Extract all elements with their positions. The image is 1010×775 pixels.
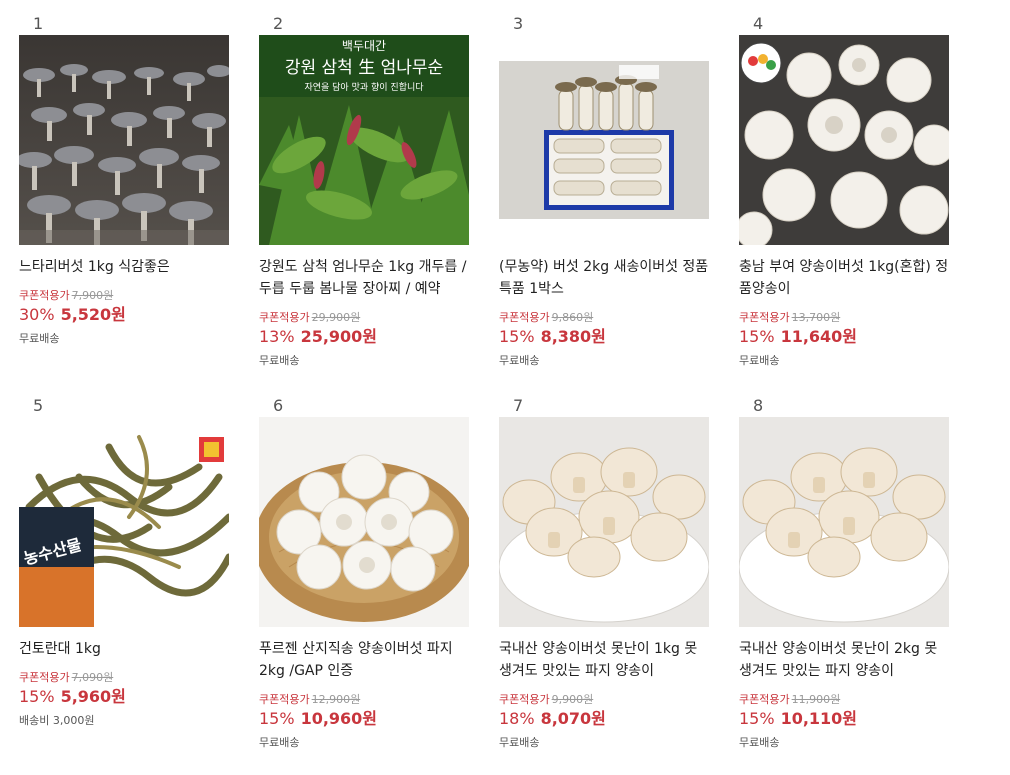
sale-price: 5,960원 [60,687,126,706]
rank-number: 8 [753,396,764,415]
price-block: 쿠폰적용가 9,860원 15% 8,380원 무료배송 [499,311,714,369]
image-caption-sub: 자연을 담아 맛과 향이 진합니다 [304,81,424,93]
rank-number: 2 [273,14,284,33]
shipping-info: 무료배송 [739,354,780,367]
product-image[interactable] [739,35,949,245]
rank-number: 6 [273,396,284,415]
rank-number: 3 [513,14,524,33]
product-title[interactable]: 푸르젠 산지직송 양송이버섯 파지 2kg /GAP 인증 [259,638,469,682]
coupon-label: 쿠폰적용가 [259,693,310,706]
original-price: 7,090원 [71,671,114,684]
price-block: 쿠폰적용가 7,090원 15% 5,960원 배송비 3,000원 [19,671,234,729]
product-title[interactable]: 강원도 삼척 엄나무순 1kg 개두릅 / 두릅 두룹 봄나물 장아찌 / 예약 [259,256,469,300]
original-price: 29,900원 [311,311,361,324]
sale-price: 8,070원 [540,709,606,728]
sale-price: 8,380원 [540,327,606,346]
product-card[interactable]: 8 국내산 양송이버섯 못난이 2kg 못생겨도 맛있는 파지 양송이 쿠폰적용… [739,396,954,756]
sale-price: 25,900원 [300,327,378,346]
price-block: 쿠폰적용가 13,700원 15% 11,640원 무료배송 [739,311,954,369]
coupon-label: 쿠폰적용가 [19,671,70,684]
sale-price: 10,110원 [780,709,858,728]
product-image[interactable] [739,417,949,627]
original-price: 13,700원 [791,311,841,324]
king-oyster-box-image [499,35,709,245]
coupon-label: 쿠폰적용가 [739,693,790,706]
original-price: 7,900원 [71,289,114,302]
discount-rate: 15% [19,687,55,706]
shipping-info: 무료배송 [259,736,300,749]
discount-rate: 15% [739,327,775,346]
mushrooms-bowl-image [739,417,949,627]
coupon-label: 쿠폰적용가 [499,311,550,324]
image-caption-main: 강원 삼척 生 엄나무순 [285,58,443,78]
product-title[interactable]: 국내산 양송이버섯 못난이 2kg 못생겨도 맛있는 파지 양송이 [739,638,949,682]
product-image[interactable] [19,35,229,245]
sale-price: 5,520원 [60,305,126,324]
coupon-label: 쿠폰적용가 [19,289,70,302]
product-title[interactable]: 건토란대 1kg [19,638,229,660]
product-grid: 1 느타리버섯 1kg 식감좋은 쿠폰적용가 7,900원 30% 5,520원… [0,0,1010,775]
product-title[interactable]: 국내산 양송이버섯 못난이 1kg 못생겨도 맛있는 파지 양송이 [499,638,709,682]
rank-number: 7 [513,396,524,415]
oyster-mushroom-farm-image [19,35,229,245]
coupon-label: 쿠폰적용가 [739,311,790,324]
price-block: 쿠폰적용가 9,900원 18% 8,070원 무료배송 [499,693,714,751]
original-price: 9,900원 [551,693,594,706]
wild-greens-image: 백두대간 강원 삼척 生 엄나무순 자연을 담아 맛과 향이 진합니다 [259,35,469,245]
coupon-label: 쿠폰적용가 [259,311,310,324]
mushrooms-basket-image [259,417,469,627]
product-card[interactable]: 5 농수산물 건토란대 1kg 쿠폰적용가 7,090원 15% 5,960원 … [19,396,234,736]
discount-rate: 30% [19,305,55,324]
original-price: 9,860원 [551,311,594,324]
coupon-label: 쿠폰적용가 [499,693,550,706]
discount-rate: 15% [259,709,295,728]
product-image[interactable]: 백두대간 강원 삼척 生 엄나무순 자연을 담아 맛과 향이 진합니다 [259,35,469,245]
product-card[interactable]: 6 푸르젠 산지직송 양송이버섯 파지 2kg /GAP 인증 쿠폰적용가 12… [259,396,474,756]
rank-number: 4 [753,14,764,33]
price-block: 쿠폰적용가 29,900원 13% 25,900원 무료배송 [259,311,474,369]
discount-rate: 15% [499,327,535,346]
mushrooms-bowl-image [499,417,709,627]
image-caption-top: 백두대간 [342,39,386,53]
product-title[interactable]: (무농약) 버섯 2kg 새송이버섯 정품 특품 1박스 [499,256,709,300]
sale-price: 11,640원 [780,327,858,346]
white-mushrooms-image [739,35,949,245]
shipping-info: 무료배송 [259,354,300,367]
product-card[interactable]: 7 국내산 양송이버섯 못난이 1kg 못생겨도 맛있는 파지 양송이 쿠폰적용… [499,396,714,756]
price-block: 쿠폰적용가 11,900원 15% 10,110원 무료배송 [739,693,954,751]
product-image[interactable] [499,35,709,245]
shipping-info: 배송비 3,000원 [19,714,95,727]
product-title[interactable]: 충남 부여 양송이버섯 1kg(혼합) 정품양송이 [739,256,949,300]
shipping-info: 무료배송 [19,332,60,345]
rank-number: 5 [33,396,44,415]
product-card[interactable]: 3 (무농약) 버섯 2kg 새송이버섯 정품 특품 1박스 쿠폰적용가 9,8… [499,14,714,374]
shipping-info: 무료배송 [739,736,780,749]
product-title[interactable]: 느타리버섯 1kg 식감좋은 [19,256,229,278]
price-block: 쿠폰적용가 7,900원 30% 5,520원 무료배송 [19,289,234,347]
product-image[interactable] [499,417,709,627]
shipping-info: 무료배송 [499,354,540,367]
dried-taro-stems-image: 농수산물 [19,417,229,627]
shipping-info: 무료배송 [499,736,540,749]
discount-rate: 18% [499,709,535,728]
product-image[interactable]: 농수산물 [19,417,229,627]
product-image[interactable] [259,417,469,627]
price-block: 쿠폰적용가 12,900원 15% 10,960원 무료배송 [259,693,474,751]
product-card[interactable]: 4 충남 부여 양송이버섯 1kg(혼합) 정품양송이 쿠폰적용가 13,700원 [739,14,954,374]
discount-rate: 13% [259,327,295,346]
sale-price: 10,960원 [300,709,378,728]
product-card[interactable]: 2 백두대간 강원 삼척 生 엄나무순 자연을 담아 맛과 향이 진합니다 강원… [259,14,474,374]
original-price: 11,900원 [791,693,841,706]
rank-number: 1 [33,14,44,33]
product-card[interactable]: 1 느타리버섯 1kg 식감좋은 쿠폰적용가 7,900원 30% 5,520원… [19,14,234,354]
discount-rate: 15% [739,709,775,728]
original-price: 12,900원 [311,693,361,706]
